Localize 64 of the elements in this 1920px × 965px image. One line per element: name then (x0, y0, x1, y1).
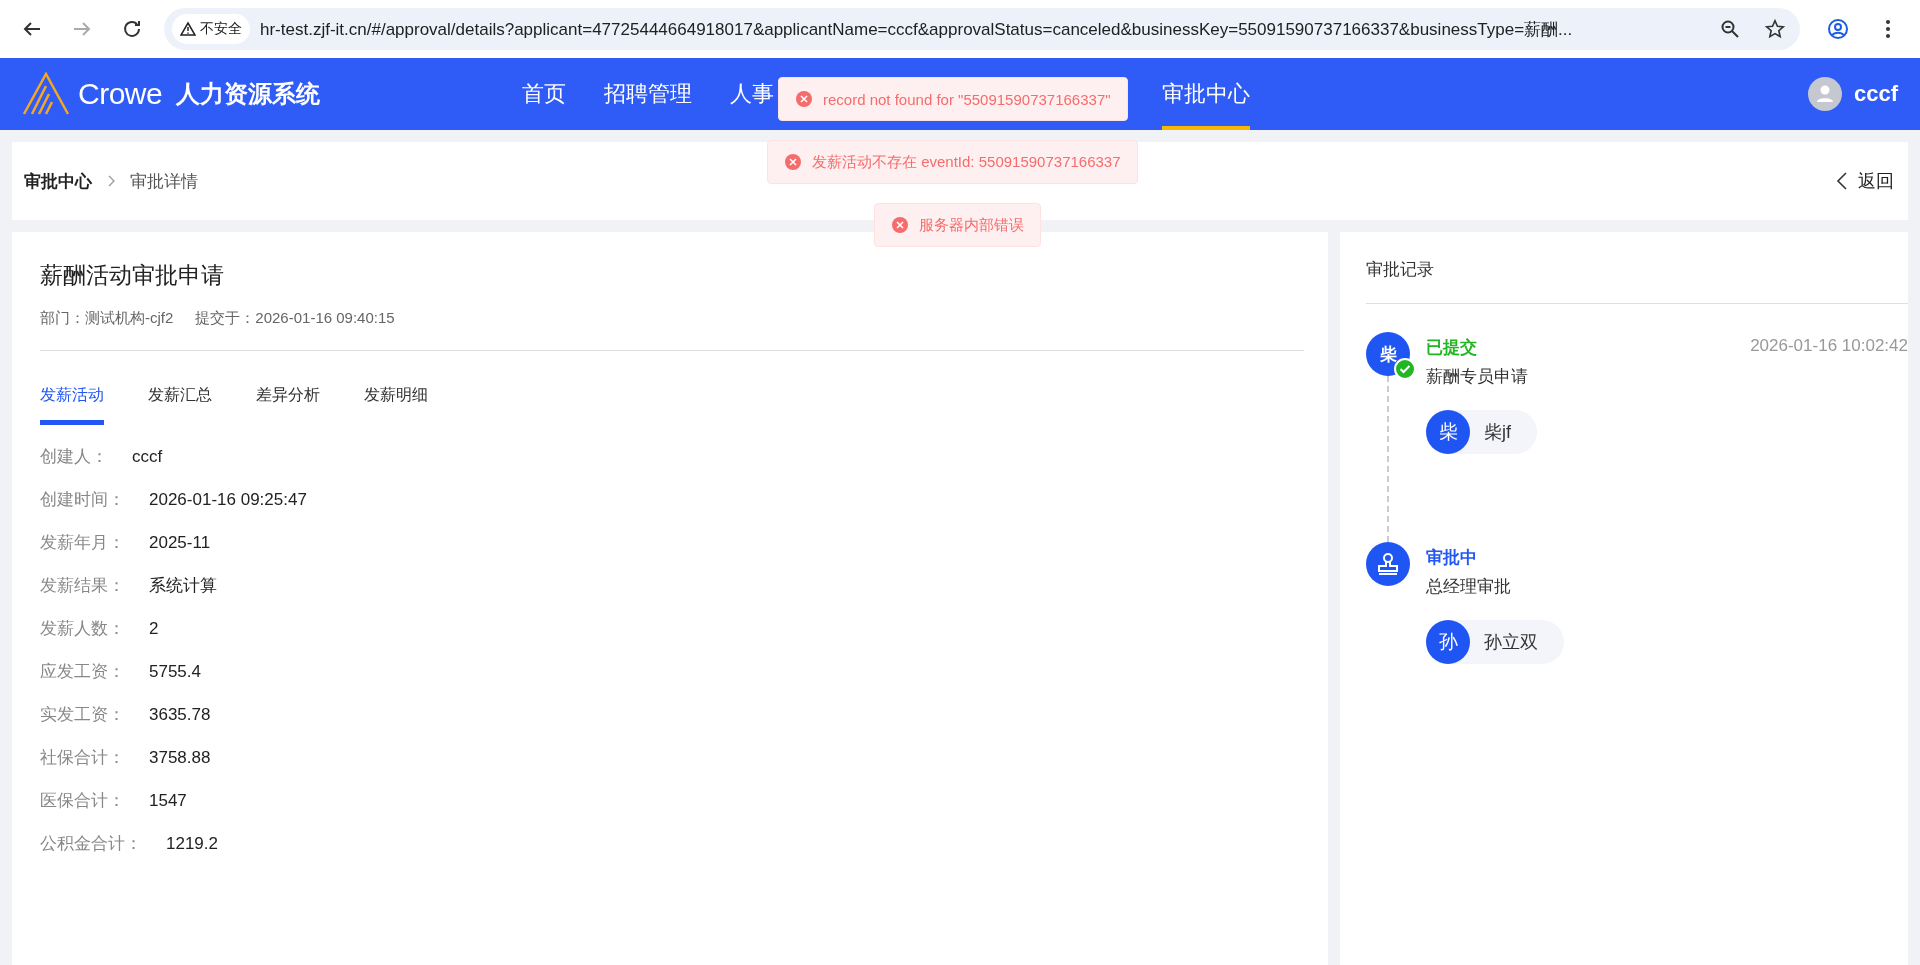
logo-text: Crowe (78, 77, 163, 111)
field-value: 2025-11 (149, 533, 211, 553)
field-label: 创建人： (40, 446, 108, 468)
toast-message: 发薪活动不存在 eventId: 55091590737166337 (812, 152, 1121, 172)
error-icon (784, 153, 802, 171)
breadcrumb-link[interactable]: 审批中心 (24, 169, 92, 193)
field-label: 实发工资： (40, 704, 125, 726)
tab[interactable]: 差异分析 (256, 385, 320, 425)
back-link[interactable]: 返回 (1836, 169, 1894, 193)
field-value: 5755.4 (149, 662, 201, 682)
tab[interactable]: 发薪明细 (364, 385, 428, 425)
logo-icon (22, 72, 70, 116)
toast-message: record not found for "55091590737166337" (823, 90, 1111, 108)
field-value: 系统计算 (149, 575, 217, 597)
field-value: 3758.88 (149, 748, 211, 768)
toast-message: 服务器内部错误 (919, 215, 1024, 235)
approver-avatar: 孙 (1426, 620, 1470, 664)
department-text: 部门：测试机构-cjf2 (40, 309, 174, 328)
submitted-time: 提交于：2026-01-16 09:40:15 (195, 309, 395, 328)
step-name: 总经理审批 (1426, 576, 1512, 598)
chevron-right-icon (106, 175, 116, 187)
field-value: 2026-01-16 09:25:47 (149, 490, 307, 510)
error-icon (795, 90, 813, 108)
breadcrumb-current: 审批详情 (130, 170, 198, 193)
step-status: 审批中 (1426, 547, 1477, 569)
field-value: 3635.78 (149, 705, 211, 725)
profile-icon[interactable] (1826, 17, 1850, 41)
page-title: 薪酬活动审批申请 (40, 261, 225, 290)
step-name: 薪酬专员申请 (1426, 366, 1529, 388)
address-bar[interactable]: 不安全 hr-test.zjf-it.cn/#/approval/details?applicant=47725444664918017&applicantName=cccf&approvalStatus=canceled&businessKey=55091590737166337&businessType=薪酬... (164, 8, 1800, 50)
field-label: 社保合计： (40, 747, 125, 769)
step-status: 已提交 (1426, 337, 1477, 359)
approver-name: 柴jf (1484, 421, 1511, 444)
field-value: cccf (132, 447, 163, 467)
error-icon (891, 216, 909, 234)
user-name[interactable]: cccf (1853, 81, 1898, 107)
security-chip[interactable]: 不安全 (172, 14, 250, 44)
tab[interactable]: 发薪汇总 (148, 385, 212, 425)
tab[interactable]: 发薪活动 (40, 385, 104, 425)
field-label: 公积金合计： (40, 833, 142, 855)
step-time: 2026-01-16 10:02:42 (1750, 336, 1908, 357)
field-label: 应发工资： (40, 661, 125, 683)
zoom-icon[interactable] (1720, 19, 1740, 39)
field-label: 创建时间： (40, 489, 125, 511)
warning-icon (180, 21, 196, 37)
field-value: 1219.2 (166, 834, 218, 854)
field-label: 发薪人数： (40, 618, 125, 640)
nav-item[interactable]: 人事 (730, 58, 774, 130)
approver-avatar: 柴 (1426, 410, 1470, 454)
url-text: hr-test.zjf-it.cn/#/approval/details?applicant=47725444664918017&applicantName=cccf&approvalStatus=canceled&businessKey=55091590737166337&businessType=薪酬... (260, 18, 1574, 41)
field-value: 1547 (149, 791, 187, 811)
approver-name: 孙立双 (1484, 631, 1538, 654)
star-icon[interactable] (1764, 18, 1786, 40)
field-value: 2 (149, 619, 159, 639)
records-title: 审批记录 (1366, 232, 1908, 304)
field-label: 发薪年月： (40, 532, 125, 554)
nav-item[interactable]: 首页 (522, 58, 566, 130)
nav-item[interactable]: 审批中心 (1162, 58, 1250, 130)
field-label: 医保合计： (40, 790, 125, 812)
system-name: 人力资源系统 (176, 79, 321, 109)
chevron-left-icon (1836, 171, 1848, 191)
field-label: 发薪结果： (40, 575, 125, 597)
avatar-icon[interactable] (1807, 77, 1842, 111)
nav-item[interactable]: 招聘管理 (604, 58, 692, 130)
